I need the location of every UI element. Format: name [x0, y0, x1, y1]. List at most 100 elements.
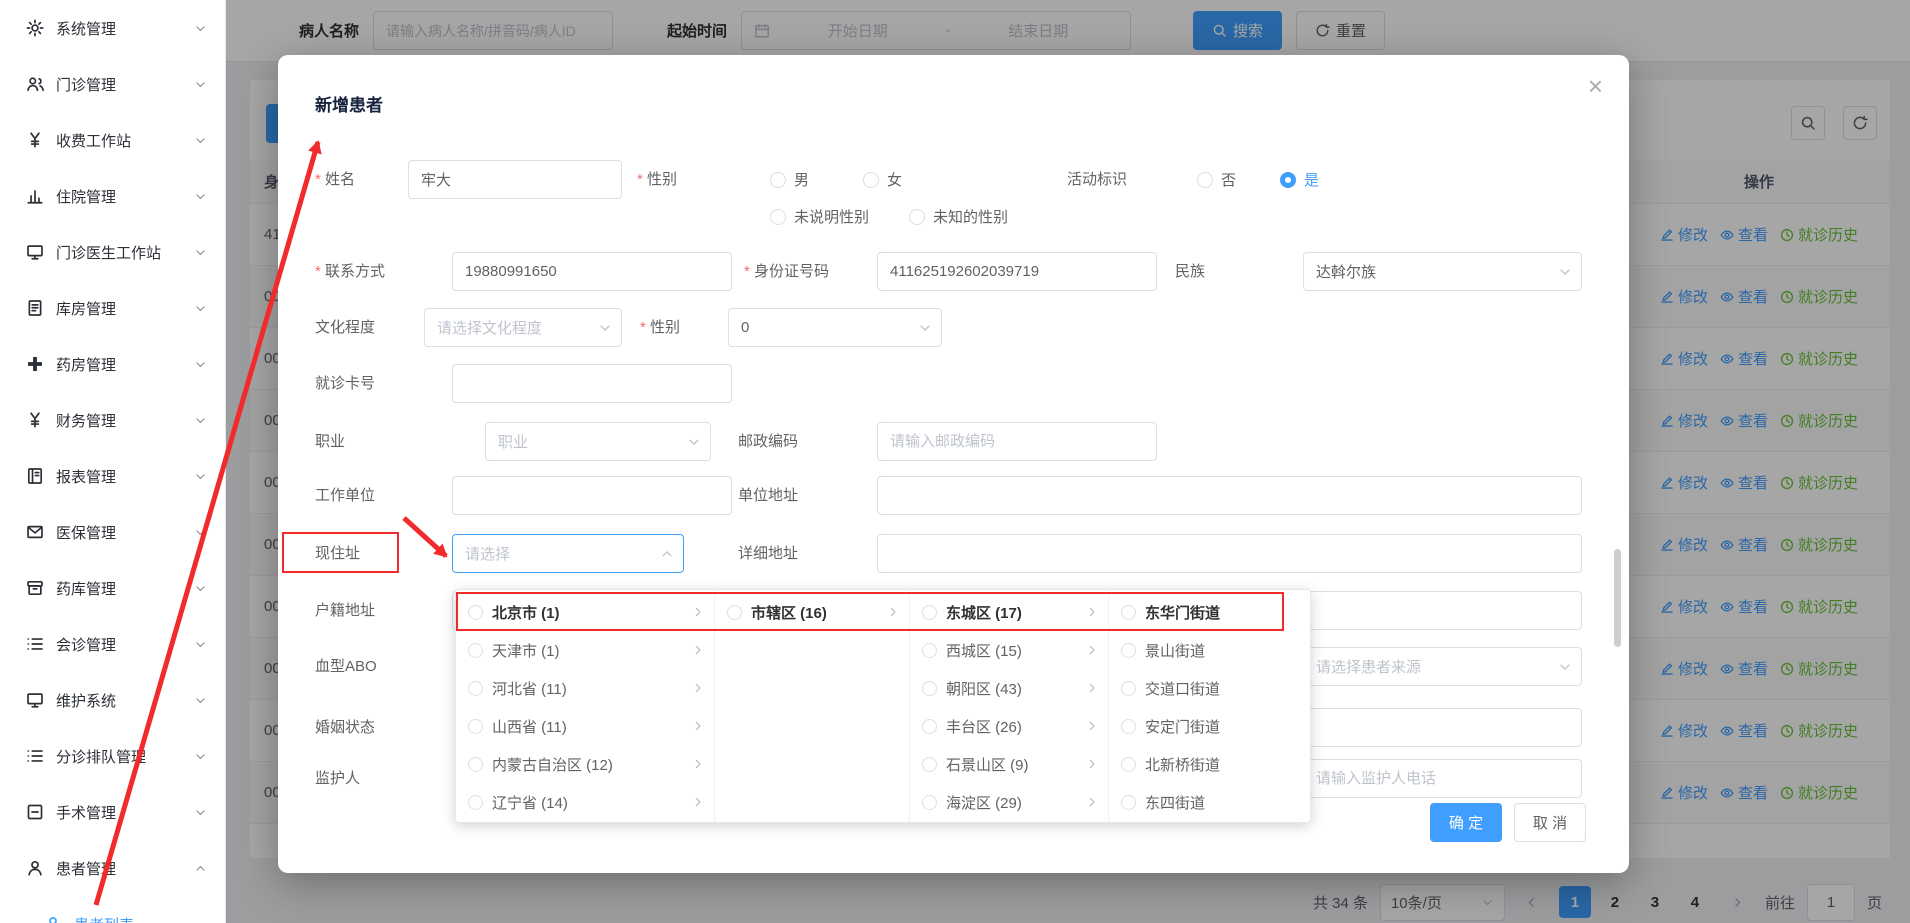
sidebar-item-9[interactable]: 医保管理	[0, 504, 225, 560]
guardian-label: 监护人	[315, 759, 360, 798]
cascader-option-label: 丰台区 (26)	[946, 716, 1077, 737]
chevron-down-icon	[194, 414, 207, 427]
chevron-down-icon	[194, 470, 207, 483]
marital-status-label: 婚姻状态	[315, 708, 375, 747]
education-select[interactable]: 请选择文化程度	[424, 308, 622, 347]
cascader-option[interactable]: 交道口街道	[1109, 669, 1312, 707]
sidebar-item-7[interactable]: 财务管理	[0, 392, 225, 448]
ethnicity-label: 民族	[1175, 252, 1205, 291]
cascader-option[interactable]: 内蒙古自治区 (12)	[456, 745, 714, 783]
sidebar-item-8[interactable]: 报表管理	[0, 448, 225, 504]
chevron-down-icon	[194, 638, 207, 651]
sidebar-item-label: 门诊管理	[56, 74, 182, 95]
work-unit-input[interactable]	[452, 476, 732, 515]
chevron-right-icon	[692, 796, 704, 808]
cascader-option-label: 东华门街道	[1145, 602, 1302, 623]
contact-input[interactable]	[452, 252, 732, 291]
confirm-button[interactable]: 确 定	[1430, 803, 1502, 842]
sidebar-item-14[interactable]: 手术管理	[0, 784, 225, 840]
active-flag-radio-no[interactable]: 否	[1197, 160, 1236, 199]
right-column-input[interactable]	[1303, 708, 1582, 747]
occupation-select[interactable]: 职业	[485, 422, 711, 461]
sidebar-item-11[interactable]: 会诊管理	[0, 616, 225, 672]
sidebar-item-2[interactable]: 收费工作站	[0, 112, 225, 168]
guardian-phone-input[interactable]	[1303, 759, 1582, 798]
postal-input[interactable]	[877, 422, 1157, 461]
sidebar-item-10[interactable]: 药库管理	[0, 560, 225, 616]
gender-radio-unstated[interactable]: 未说明性别	[770, 197, 869, 236]
sidebar-item-3[interactable]: 住院管理	[0, 168, 225, 224]
radio-checked-icon	[1280, 172, 1296, 188]
gender2-select[interactable]: 0	[728, 308, 942, 347]
cascader-option[interactable]: 北新桥街道	[1109, 745, 1312, 783]
chevron-right-icon	[1086, 606, 1098, 618]
sidebar-item-12[interactable]: 维护系统	[0, 672, 225, 728]
sidebar-item-1[interactable]: 门诊管理	[0, 56, 225, 112]
sidebar-item-6[interactable]: 药房管理	[0, 336, 225, 392]
cascader-option[interactable]: 北京市 (1)	[456, 593, 714, 631]
cascader-option[interactable]: 朝阳区 (43)	[910, 669, 1108, 707]
current-address-label: 现住址	[315, 534, 360, 573]
active-flag-radio-yes[interactable]: 是	[1280, 160, 1319, 199]
report-icon	[26, 467, 44, 485]
sidebar-item-patient-list[interactable]: 患者列表	[0, 896, 225, 923]
cascader-option-label: 天津市 (1)	[492, 640, 683, 661]
unit-address-input[interactable]	[877, 476, 1582, 515]
ethnicity-select[interactable]: 达斡尔族	[1303, 252, 1582, 291]
cascader-column-1: 北京市 (1) 天津市 (1) 河北省 (11)山西省 (11)内蒙古自治区 (12…	[456, 590, 715, 822]
sidebar-item-4[interactable]: 门诊医生工作站	[0, 224, 225, 280]
id-number-label: 身份证号码	[744, 252, 829, 291]
cascader-option[interactable]: 西城区 (15)	[910, 631, 1108, 669]
chevron-down-icon	[194, 134, 207, 147]
sidebar-item-5[interactable]: 库房管理	[0, 280, 225, 336]
sidebar-item-15[interactable]: 患者管理	[0, 840, 225, 896]
occupation-label: 职业	[315, 422, 345, 461]
sidebar-item-0[interactable]: 系统管理	[0, 0, 225, 56]
id-number-input[interactable]	[877, 252, 1157, 291]
cascader-option-label: 朝阳区 (43)	[946, 678, 1077, 699]
cascader-option[interactable]: 景山街道	[1109, 631, 1312, 669]
gender-radio-unknown[interactable]: 未知的性别	[909, 197, 1008, 236]
sidebar-menu: 系统管理门诊管理收费工作站住院管理门诊医生工作站库房管理药房管理财务管理报表管理…	[0, 0, 225, 923]
cascader-option[interactable]: 安定门街道	[1109, 707, 1312, 745]
chevron-down-icon	[194, 358, 207, 371]
current-address-cascader-trigger[interactable]: 请选择	[452, 534, 684, 573]
cascader-option[interactable]: 天津市 (1)	[456, 631, 714, 669]
radio-icon	[468, 643, 483, 658]
name-input[interactable]	[408, 160, 622, 199]
cascader-option[interactable]: 东四街道	[1109, 783, 1312, 821]
detail-address-input[interactable]	[877, 534, 1582, 573]
visit-card-input[interactable]	[452, 364, 732, 403]
education-label: 文化程度	[315, 308, 375, 347]
cascader-option[interactable]: 山西省 (11)	[456, 707, 714, 745]
cascader-option-label: 北新桥街道	[1145, 754, 1302, 775]
radio-icon	[909, 209, 925, 225]
gender-radio-male[interactable]: 男	[770, 160, 809, 199]
chevron-down-icon	[194, 22, 207, 35]
sidebar-subitem-label: 患者列表	[74, 914, 207, 923]
detail-address-label: 详细地址	[738, 534, 798, 573]
cascader-option[interactable]: 海淀区 (29)	[910, 783, 1108, 821]
radio-icon	[1197, 172, 1213, 188]
cascader-option[interactable]: 东华门街道	[1109, 593, 1312, 631]
chevron-right-icon	[1086, 682, 1098, 694]
cascader-option[interactable]: 辽宁省 (14)	[456, 783, 714, 821]
sidebar-item-label: 药库管理	[56, 578, 182, 599]
gender-radio-female[interactable]: 女	[863, 160, 902, 199]
sidebar-item-13[interactable]: 分诊排队管理	[0, 728, 225, 784]
sidebar: 系统管理门诊管理收费工作站住院管理门诊医生工作站库房管理药房管理财务管理报表管理…	[0, 0, 226, 923]
radio-icon	[1121, 605, 1136, 620]
cascader-option[interactable]: 丰台区 (26)	[910, 707, 1108, 745]
cascader-option[interactable]: 河北省 (11)	[456, 669, 714, 707]
chevron-right-icon	[1086, 758, 1098, 770]
modal-scrollbar[interactable]	[1614, 549, 1621, 647]
cascader-option[interactable]: 市辖区 (16)	[715, 593, 909, 631]
mail-icon	[26, 523, 44, 541]
cancel-button[interactable]: 取 消	[1514, 803, 1586, 842]
cascader-option[interactable]: 石景山区 (9)	[910, 745, 1108, 783]
patient-source-select[interactable]: 请选择患者来源	[1303, 647, 1582, 686]
close-icon[interactable]: ×	[1582, 67, 1609, 105]
sidebar-item-label: 患者管理	[56, 858, 182, 879]
cascader-option[interactable]: 东城区 (17)	[910, 593, 1108, 631]
sidebar-item-label: 维护系统	[56, 690, 182, 711]
